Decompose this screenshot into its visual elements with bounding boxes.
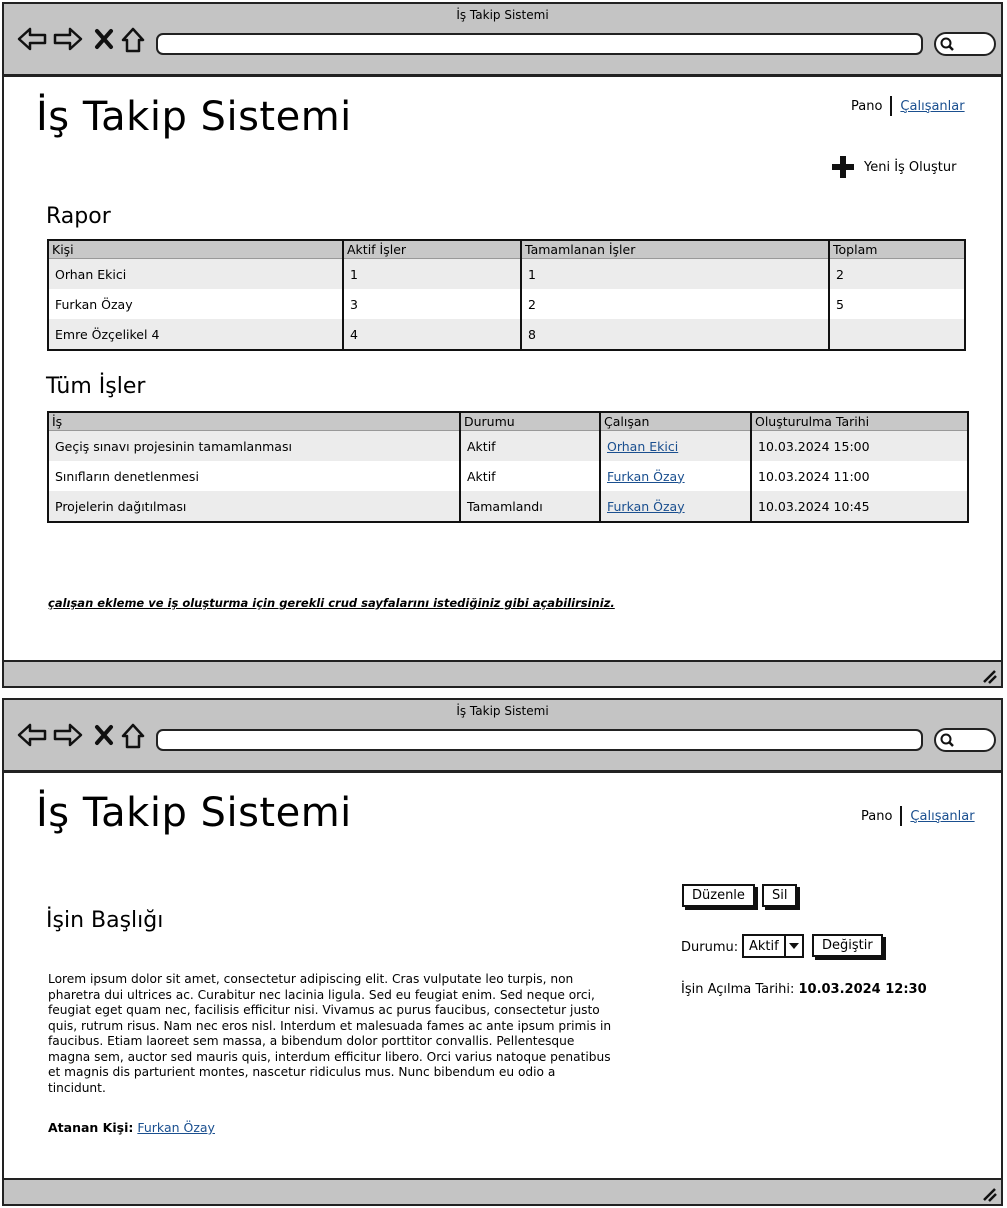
browser-toolbar: İş Takip Sistemi bbox=[4, 4, 1001, 77]
address-bar[interactable] bbox=[156, 729, 923, 751]
forward-icon[interactable] bbox=[52, 26, 84, 52]
report-col-header: Toplam bbox=[828, 240, 965, 259]
report-heading: Rapor bbox=[46, 204, 111, 229]
job-cell-title[interactable]: Sınıfların denetlenmesi bbox=[48, 461, 460, 491]
table-row: Emre Özçelikel 4 4 8 bbox=[48, 319, 965, 350]
report-cell-person: Orhan Ekici bbox=[48, 258, 343, 289]
table-row[interactable]: Projelerin dağıtılması Tamamlandı Furkan… bbox=[48, 491, 968, 522]
crud-note: çalışan ekleme ve iş oluşturma için gere… bbox=[48, 596, 615, 610]
status-label: Durumu: bbox=[681, 940, 739, 955]
job-description: Lorem ipsum dolor sit amet, consectetur … bbox=[48, 972, 612, 1095]
top-nav: Pano Çalışanlar bbox=[861, 806, 975, 826]
job-cell-date: 10.03.2024 15:00 bbox=[750, 430, 968, 461]
stop-icon[interactable] bbox=[94, 26, 114, 52]
report-cell-total bbox=[828, 319, 965, 350]
job-employee-link[interactable]: Furkan Özay bbox=[607, 469, 685, 484]
nav-pano[interactable]: Pano bbox=[861, 809, 892, 824]
status-select[interactable]: Aktif bbox=[742, 934, 804, 958]
jobs-col-header: Oluşturulma Tarihi bbox=[750, 412, 968, 431]
job-cell-title[interactable]: Geçiş sınavı projesinin tamamlanması bbox=[48, 430, 460, 461]
search-icon bbox=[940, 37, 954, 51]
status-bar bbox=[4, 660, 1001, 686]
plus-icon bbox=[832, 156, 854, 178]
edit-button[interactable]: Düzenle bbox=[682, 884, 755, 907]
home-icon[interactable] bbox=[120, 722, 146, 750]
jobs-table: İş Durumu Çalışan Oluşturulma Tarihi Geç… bbox=[47, 411, 969, 523]
browser-window-job-detail: İş Takip Sistemi İş Takip Sistemi Pano Ç… bbox=[2, 698, 1003, 1206]
report-cell-total: 2 bbox=[828, 258, 965, 289]
report-cell-completed: 2 bbox=[520, 289, 829, 319]
report-col-header: Kişi bbox=[48, 240, 343, 259]
table-row[interactable]: Sınıfların denetlenmesi Aktif Furkan Öza… bbox=[48, 461, 968, 491]
job-cell-status: Aktif bbox=[459, 430, 600, 461]
browser-toolbar: İş Takip Sistemi bbox=[4, 700, 1001, 773]
job-cell-status: Aktif bbox=[459, 461, 600, 491]
chevron-down-icon[interactable] bbox=[783, 936, 802, 956]
table-row: Orhan Ekici 1 1 2 bbox=[48, 258, 965, 289]
job-cell-date: 10.03.2024 10:45 bbox=[750, 491, 968, 522]
opened-date-label: İşin Açılma Tarihi: bbox=[681, 982, 795, 997]
search-icon bbox=[940, 733, 954, 747]
nav-divider bbox=[900, 806, 903, 826]
nav-calisanlar-link[interactable]: Çalışanlar bbox=[910, 809, 974, 824]
home-icon[interactable] bbox=[120, 26, 146, 54]
report-cell-completed: 1 bbox=[520, 258, 829, 289]
address-bar[interactable] bbox=[156, 33, 923, 55]
new-job-label: Yeni İş Oluştur bbox=[864, 159, 957, 175]
report-cell-active: 3 bbox=[342, 289, 521, 319]
forward-icon[interactable] bbox=[52, 722, 84, 748]
report-cell-person: Emre Özçelikel 4 bbox=[48, 319, 343, 350]
assignee-link[interactable]: Furkan Özay bbox=[137, 1120, 215, 1135]
nav-calisanlar-link[interactable]: Çalışanlar bbox=[900, 99, 964, 114]
back-icon[interactable] bbox=[16, 722, 48, 748]
resize-grip-icon[interactable] bbox=[981, 1186, 997, 1202]
jobs-col-header: Durumu bbox=[459, 412, 600, 431]
job-employee-link[interactable]: Furkan Özay bbox=[607, 499, 685, 514]
table-row: Furkan Özay 3 2 5 bbox=[48, 289, 965, 319]
nav-pano[interactable]: Pano bbox=[851, 99, 882, 114]
assignee: Atanan Kişi: Furkan Özay bbox=[48, 1120, 215, 1135]
browser-search-box[interactable] bbox=[934, 728, 996, 752]
report-col-header: Tamamlanan İşler bbox=[520, 240, 829, 259]
report-cell-active: 4 bbox=[342, 319, 521, 350]
report-col-header: Aktif İşler bbox=[342, 240, 521, 259]
top-nav: Pano Çalışanlar bbox=[851, 96, 965, 116]
job-cell-title[interactable]: Projelerin dağıtılması bbox=[48, 491, 460, 522]
new-job-button[interactable]: Yeni İş Oluştur bbox=[830, 154, 956, 180]
jobs-col-header: Çalışan bbox=[599, 412, 751, 431]
table-row[interactable]: Geçiş sınavı projesinin tamamlanması Akt… bbox=[48, 430, 968, 461]
window-title: İş Takip Sistemi bbox=[456, 8, 549, 22]
delete-button[interactable]: Sil bbox=[762, 884, 798, 907]
report-cell-completed: 8 bbox=[520, 319, 829, 350]
assignee-label: Atanan Kişi: bbox=[48, 1120, 134, 1135]
jobs-col-header: İş bbox=[48, 412, 460, 431]
report-cell-active: 1 bbox=[342, 258, 521, 289]
job-cell-date: 10.03.2024 11:00 bbox=[750, 461, 968, 491]
stop-icon[interactable] bbox=[94, 722, 114, 748]
report-cell-total: 5 bbox=[828, 289, 965, 319]
report-cell-person: Furkan Özay bbox=[48, 289, 343, 319]
opened-date-value: 10.03.2024 12:30 bbox=[798, 982, 927, 997]
window-title: İş Takip Sistemi bbox=[456, 704, 549, 718]
job-cell-status: Tamamlandı bbox=[459, 491, 600, 522]
status-bar bbox=[4, 1178, 1001, 1204]
job-title: İşin Başlığı bbox=[46, 908, 164, 933]
app-title: İş Takip Sistemi bbox=[36, 94, 352, 140]
jobs-heading: Tüm İşler bbox=[46, 374, 146, 399]
browser-search-box[interactable] bbox=[934, 32, 996, 56]
app-title: İş Takip Sistemi bbox=[36, 790, 352, 836]
status-select-value: Aktif bbox=[749, 938, 779, 954]
back-icon[interactable] bbox=[16, 26, 48, 52]
opened-date: İşin Açılma Tarihi: 10.03.2024 12:30 bbox=[681, 982, 927, 997]
change-status-button[interactable]: Değiştir bbox=[812, 934, 883, 957]
resize-grip-icon[interactable] bbox=[981, 668, 997, 684]
nav-divider bbox=[890, 96, 893, 116]
job-employee-link[interactable]: Orhan Ekici bbox=[607, 439, 678, 454]
browser-window-dashboard: İş Takip Sistemi İş Takip Sistemi Pano Ç… bbox=[2, 2, 1003, 688]
report-table: Kişi Aktif İşler Tamamlanan İşler Toplam… bbox=[47, 239, 966, 351]
